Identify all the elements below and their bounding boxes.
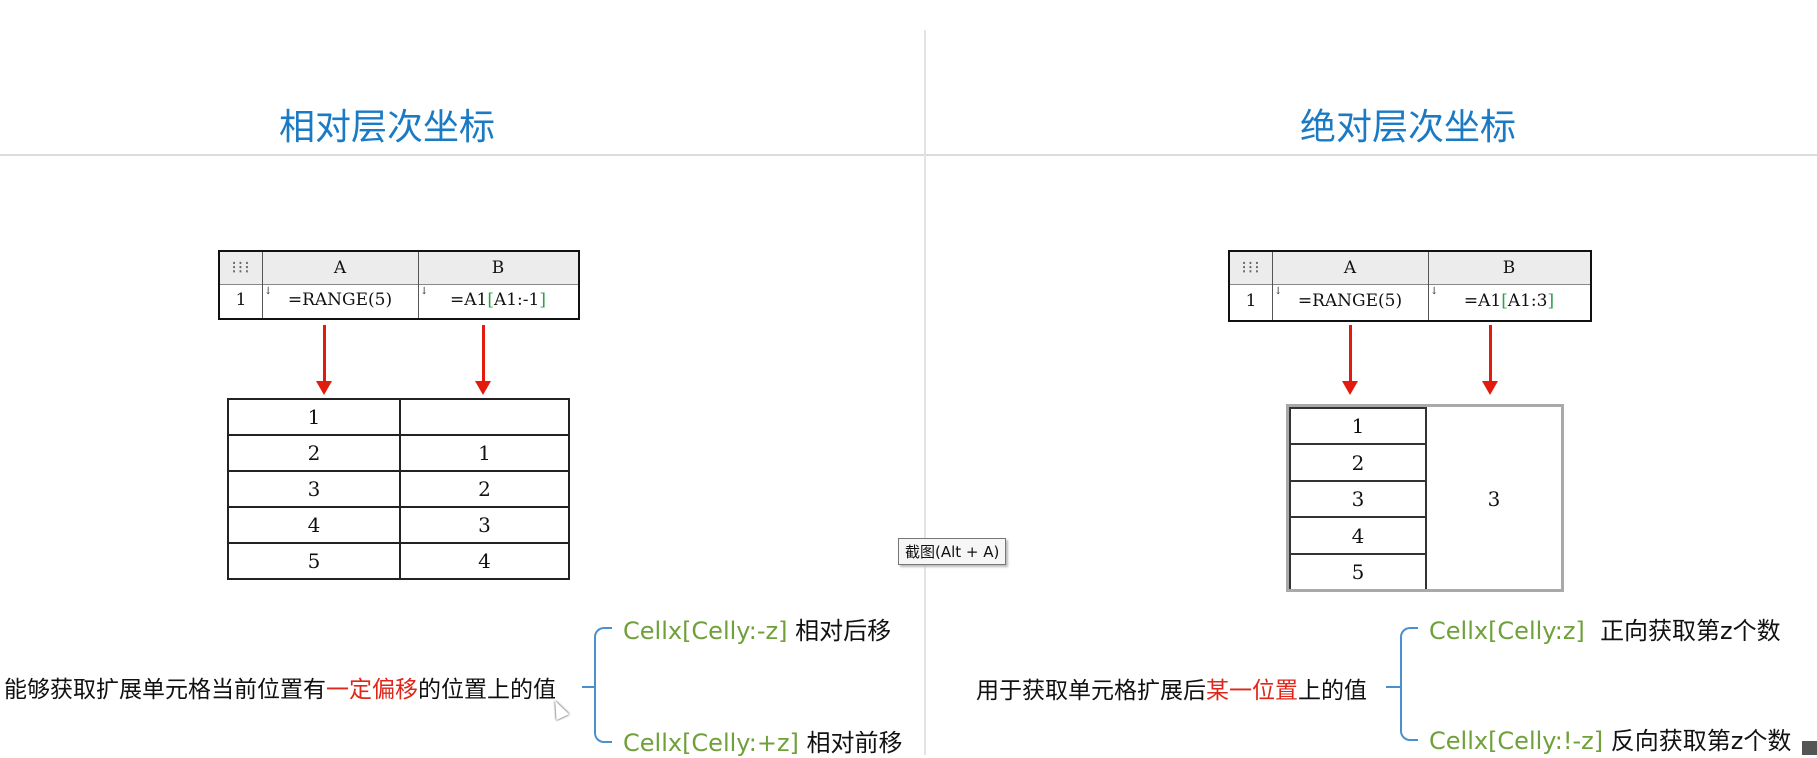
formula-cell-a1: =RANGE(5) [287, 290, 393, 310]
right-title: 绝对层次坐标 [1299, 107, 1517, 148]
column-header-a: A [333, 258, 347, 278]
right-description: 用于获取单元格扩展后某一位置上的值 [976, 678, 1367, 704]
merged-result-cell: 3 [1425, 408, 1561, 589]
mouse-cursor-icon [548, 697, 570, 721]
table-row: 21 [227, 434, 570, 472]
left-formula-sheet: ⁝⁝⁝ A B 1 ↓ ↓ =RANGE(5) =A1[A1:-1] [218, 250, 580, 320]
left-description: 能够获取扩展单元格当前位置有一定偏移的位置上的值 [4, 677, 556, 703]
table-row: 32 [227, 470, 570, 508]
row-header-1: 1 [1245, 291, 1257, 311]
right-branch-1: Cellx[Celly:z] 正向获取第z个数 [1429, 617, 1781, 645]
column-header-a: A [1343, 258, 1357, 278]
left-title: 相对层次坐标 [278, 107, 496, 148]
down-arrow-b [1482, 325, 1498, 395]
left-branch-1: Cellx[Celly:-z] 相对后移 [623, 617, 892, 645]
formula-cell-b1: =A1[A1:3] [1463, 291, 1555, 311]
center-divider [924, 30, 926, 755]
down-arrow-a [1342, 325, 1358, 395]
right-formula-sheet: ⁝⁝⁝ A B 1 ↓ ↓ =RANGE(5) =A1[A1:3] [1228, 250, 1592, 322]
right-result-table: 13 2 3 4 5 [1289, 406, 1561, 589]
table-row: 43 [227, 506, 570, 544]
table-row: 54 [227, 542, 570, 580]
column-header-b: B [1502, 258, 1516, 278]
right-brace-stem [1386, 686, 1400, 688]
right-branch-2: Cellx[Celly:!-z] 反向获取第z个数 [1429, 727, 1792, 755]
left-highlight: 一定偏移 [326, 677, 418, 703]
sheet-corner-icon: ⁝⁝⁝ [1241, 258, 1261, 278]
screenshot-tooltip: 截图(Alt + A) [898, 538, 1007, 565]
right-highlight: 某一位置 [1206, 678, 1298, 704]
formula-cell-b1: =A1[A1:-1] [449, 290, 546, 310]
table-row: 1 [227, 398, 570, 436]
sheet-corner-icon: ⁝⁝⁝ [231, 258, 251, 278]
left-branch-2: Cellx[Celly:+z] 相对前移 [623, 729, 903, 757]
down-arrow-a [316, 325, 332, 395]
header-divider [0, 154, 1817, 156]
left-brace [594, 627, 612, 743]
column-header-b: B [491, 258, 505, 278]
formula-cell-a1: =RANGE(5) [1297, 291, 1403, 311]
row-header-1: 1 [235, 290, 247, 310]
table-row: 13 [1289, 406, 1561, 589]
left-brace-stem [582, 686, 594, 688]
down-arrow-b [475, 325, 491, 395]
left-result-table: 1 21 32 43 54 [227, 398, 570, 580]
resize-corner-icon[interactable] [1802, 741, 1817, 755]
right-brace [1400, 627, 1418, 741]
